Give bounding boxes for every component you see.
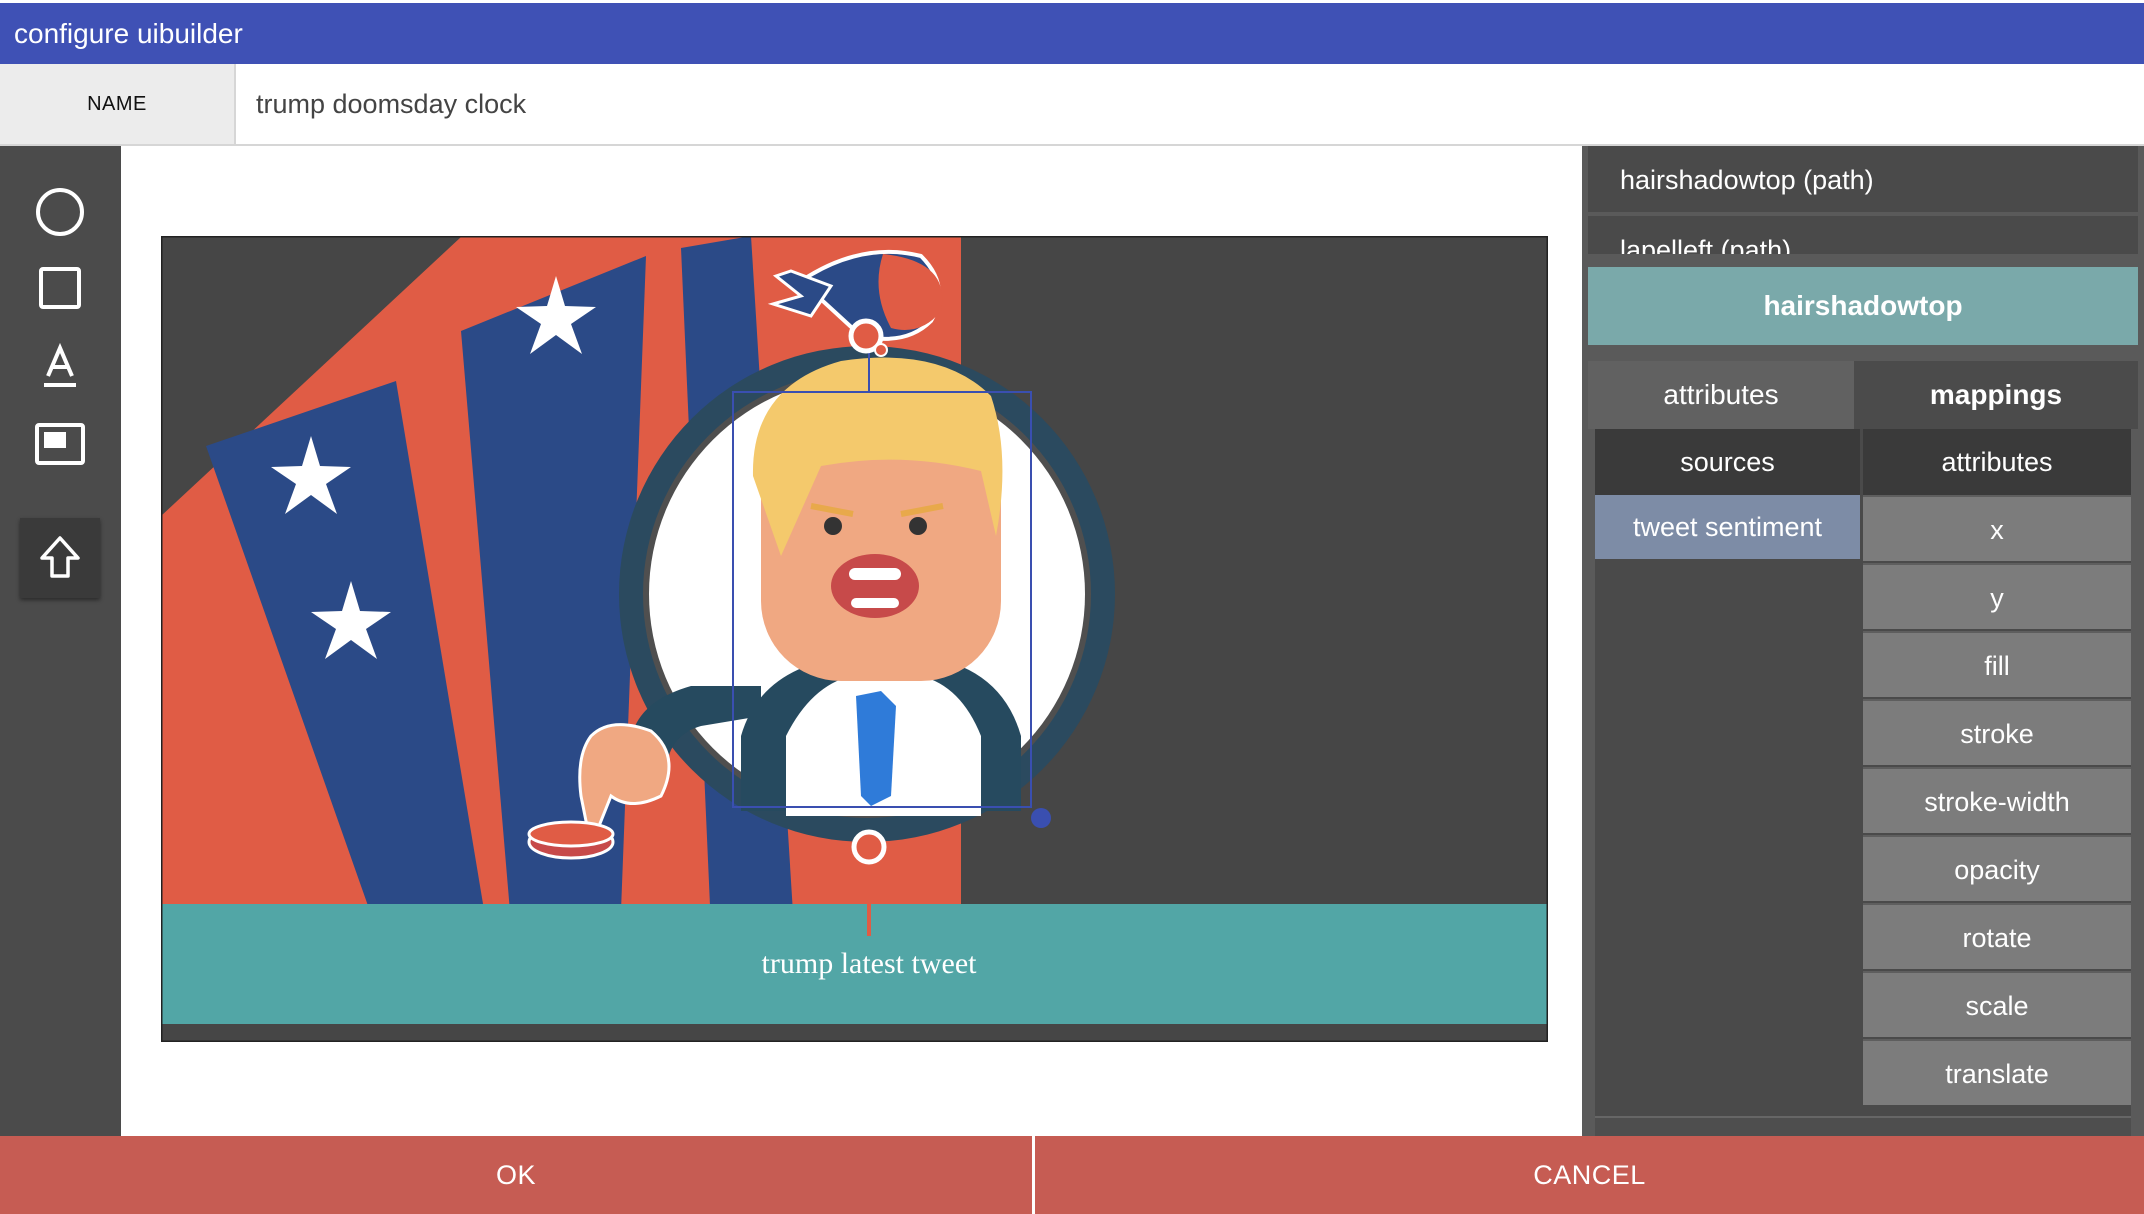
attribute-item-stroke-width[interactable]: stroke-width (1863, 767, 2131, 833)
canvas-scene: trump latest tweet (160, 235, 1549, 1043)
properties-panel: hairshadowtop (path) lapelleft (path) ha… (1582, 146, 2144, 1136)
attribute-item-y[interactable]: y (1863, 563, 2131, 629)
attribute-item-opacity[interactable]: opacity (1863, 835, 2131, 901)
attribute-item-x[interactable]: x (1863, 495, 2131, 561)
name-input[interactable] (236, 64, 2142, 144)
window-title: configure uibuilder (0, 3, 2144, 64)
rectangle-tool-button[interactable] (20, 248, 100, 328)
circle-icon (36, 188, 84, 236)
panel-scrollbar[interactable] (1595, 1116, 2131, 1136)
attribute-item-translate[interactable]: translate (1863, 1039, 2131, 1105)
text-tool-button[interactable] (20, 326, 100, 406)
tab-mappings[interactable]: mappings (1854, 361, 2138, 429)
attributes-header: attributes (1863, 429, 2131, 495)
rotate-handle-bottom[interactable] (851, 829, 887, 865)
cancel-button[interactable]: CANCEL (1035, 1136, 2144, 1214)
circle-tool-button[interactable] (20, 172, 100, 252)
attribute-item-scale[interactable]: scale (1863, 971, 2131, 1037)
ok-button[interactable]: OK (0, 1136, 1032, 1214)
attribute-item-rotate[interactable]: rotate (1863, 903, 2131, 969)
name-row: NAME (0, 64, 2144, 146)
attribute-item-fill[interactable]: fill (1863, 631, 2131, 697)
mappings-body: sources attributes tweet sentiment x y f… (1595, 429, 2131, 1136)
image-icon (35, 423, 85, 465)
drawing-canvas[interactable]: trump latest tweet (160, 235, 1549, 1043)
toolbar (0, 146, 121, 1136)
selected-layer-title: hairshadowtop (1588, 267, 2138, 345)
anchor-handle[interactable] (874, 343, 888, 357)
tab-attributes[interactable]: attributes (1588, 361, 1854, 429)
layer-item-hairshadowtop[interactable]: hairshadowtop (path) (1588, 146, 2138, 214)
upload-tool-button[interactable] (20, 518, 100, 598)
upload-icon (40, 536, 80, 578)
attribute-item-stroke[interactable]: stroke (1863, 699, 2131, 765)
name-label: NAME (0, 64, 236, 144)
sources-header: sources (1595, 429, 1860, 495)
image-tool-button[interactable] (20, 404, 100, 484)
resize-handle[interactable] (1031, 808, 1051, 828)
square-icon (39, 267, 81, 309)
text-icon (44, 342, 76, 387)
canvas-area: trump latest tweet (121, 146, 1582, 1136)
tweet-caption: trump latest tweet (762, 947, 978, 980)
layer-item-lapelleft[interactable]: lapelleft (path) (1588, 216, 2138, 256)
source-item-tweet-sentiment[interactable]: tweet sentiment (1595, 495, 1860, 559)
